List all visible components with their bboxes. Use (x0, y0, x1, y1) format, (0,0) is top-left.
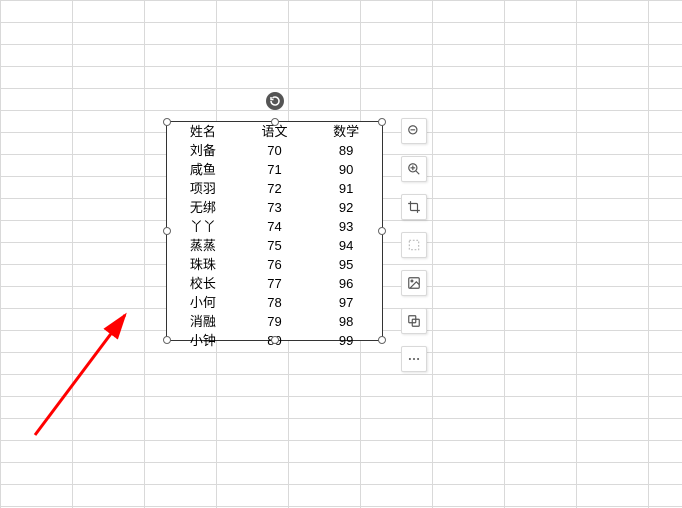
cell-math: 97 (310, 293, 382, 312)
cell-math: 91 (310, 179, 382, 198)
cell-math: 94 (310, 236, 382, 255)
cell-chinese: 79 (239, 312, 311, 331)
col-header-name: 姓名 (167, 122, 239, 141)
cell-math: 95 (310, 255, 382, 274)
resize-handle-ne[interactable] (378, 118, 386, 126)
zoom-out-button[interactable] (401, 118, 427, 144)
cell-name: 项羽 (167, 179, 239, 198)
cell-name: 蒸蒸 (167, 236, 239, 255)
table-row: 刘备7089 (167, 141, 382, 160)
resize-handle-nw[interactable] (163, 118, 171, 126)
cell-chinese: 75 (239, 236, 311, 255)
more-button[interactable] (401, 346, 427, 372)
table-row: 项羽7291 (167, 179, 382, 198)
cell-math: 90 (310, 160, 382, 179)
cell-math: 96 (310, 274, 382, 293)
cell-name: 刘备 (167, 141, 239, 160)
table-row: 蒸蒸7594 (167, 236, 382, 255)
table-row: 消融7998 (167, 312, 382, 331)
cell-math: 93 (310, 217, 382, 236)
cell-name: 消融 (167, 312, 239, 331)
resize-handle-sw[interactable] (163, 336, 171, 344)
cell-name: 无绑 (167, 198, 239, 217)
crop-button[interactable] (401, 194, 427, 220)
copy-button[interactable] (401, 308, 427, 334)
cell-name: 丫丫 (167, 217, 239, 236)
picture-button[interactable] (401, 270, 427, 296)
table-row: 珠珠7695 (167, 255, 382, 274)
cell-math: 89 (310, 141, 382, 160)
table-row: 丫丫7493 (167, 217, 382, 236)
dashed-box-button[interactable] (401, 232, 427, 258)
resize-handle-s[interactable] (271, 336, 279, 344)
table-row: 咸鱼7190 (167, 160, 382, 179)
cell-name: 珠珠 (167, 255, 239, 274)
cell-math: 92 (310, 198, 382, 217)
rotate-handle[interactable] (266, 92, 284, 110)
cell-name: 小钟 (167, 331, 239, 350)
table-row: 无绑7392 (167, 198, 382, 217)
cell-name: 校长 (167, 274, 239, 293)
cell-chinese: 70 (239, 141, 311, 160)
object-toolbar (401, 118, 427, 372)
cell-name: 小何 (167, 293, 239, 312)
embedded-table: 姓名 语文 数学 刘备7089咸鱼7190项羽7291无绑7392丫丫7493蒸… (167, 122, 382, 350)
col-header-math: 数学 (310, 122, 382, 141)
resize-handle-w[interactable] (163, 227, 171, 235)
resize-handle-se[interactable] (378, 336, 386, 344)
resize-handle-e[interactable] (378, 227, 386, 235)
cell-chinese: 76 (239, 255, 311, 274)
cell-chinese: 77 (239, 274, 311, 293)
cell-chinese: 73 (239, 198, 311, 217)
table-row: 校长7796 (167, 274, 382, 293)
cell-name: 咸鱼 (167, 160, 239, 179)
cell-math: 99 (310, 331, 382, 350)
cell-chinese: 78 (239, 293, 311, 312)
cell-chinese: 72 (239, 179, 311, 198)
cell-chinese: 71 (239, 160, 311, 179)
cell-math: 98 (310, 312, 382, 331)
table-row: 小何7897 (167, 293, 382, 312)
zoom-in-button[interactable] (401, 156, 427, 182)
cell-chinese: 74 (239, 217, 311, 236)
resize-handle-n[interactable] (271, 118, 279, 126)
embedded-object[interactable]: 姓名 语文 数学 刘备7089咸鱼7190项羽7291无绑7392丫丫7493蒸… (166, 121, 383, 341)
